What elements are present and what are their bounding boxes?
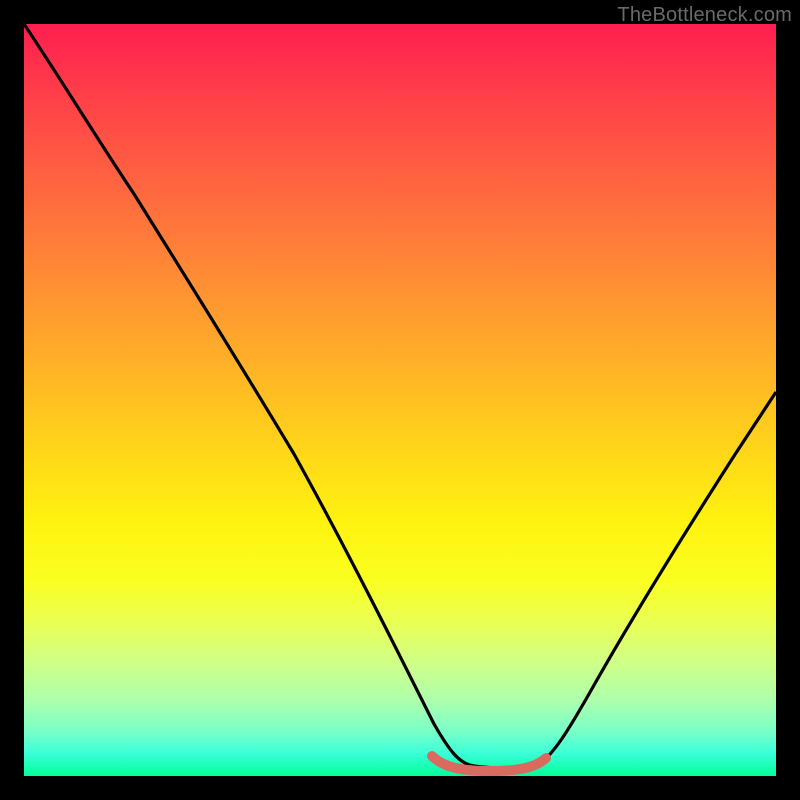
chart-container: TheBottleneck.com bbox=[0, 0, 800, 800]
chart-svg bbox=[24, 24, 776, 776]
bottleneck-curve bbox=[24, 24, 776, 768]
optimal-band bbox=[432, 756, 546, 771]
plot-area bbox=[24, 24, 776, 776]
